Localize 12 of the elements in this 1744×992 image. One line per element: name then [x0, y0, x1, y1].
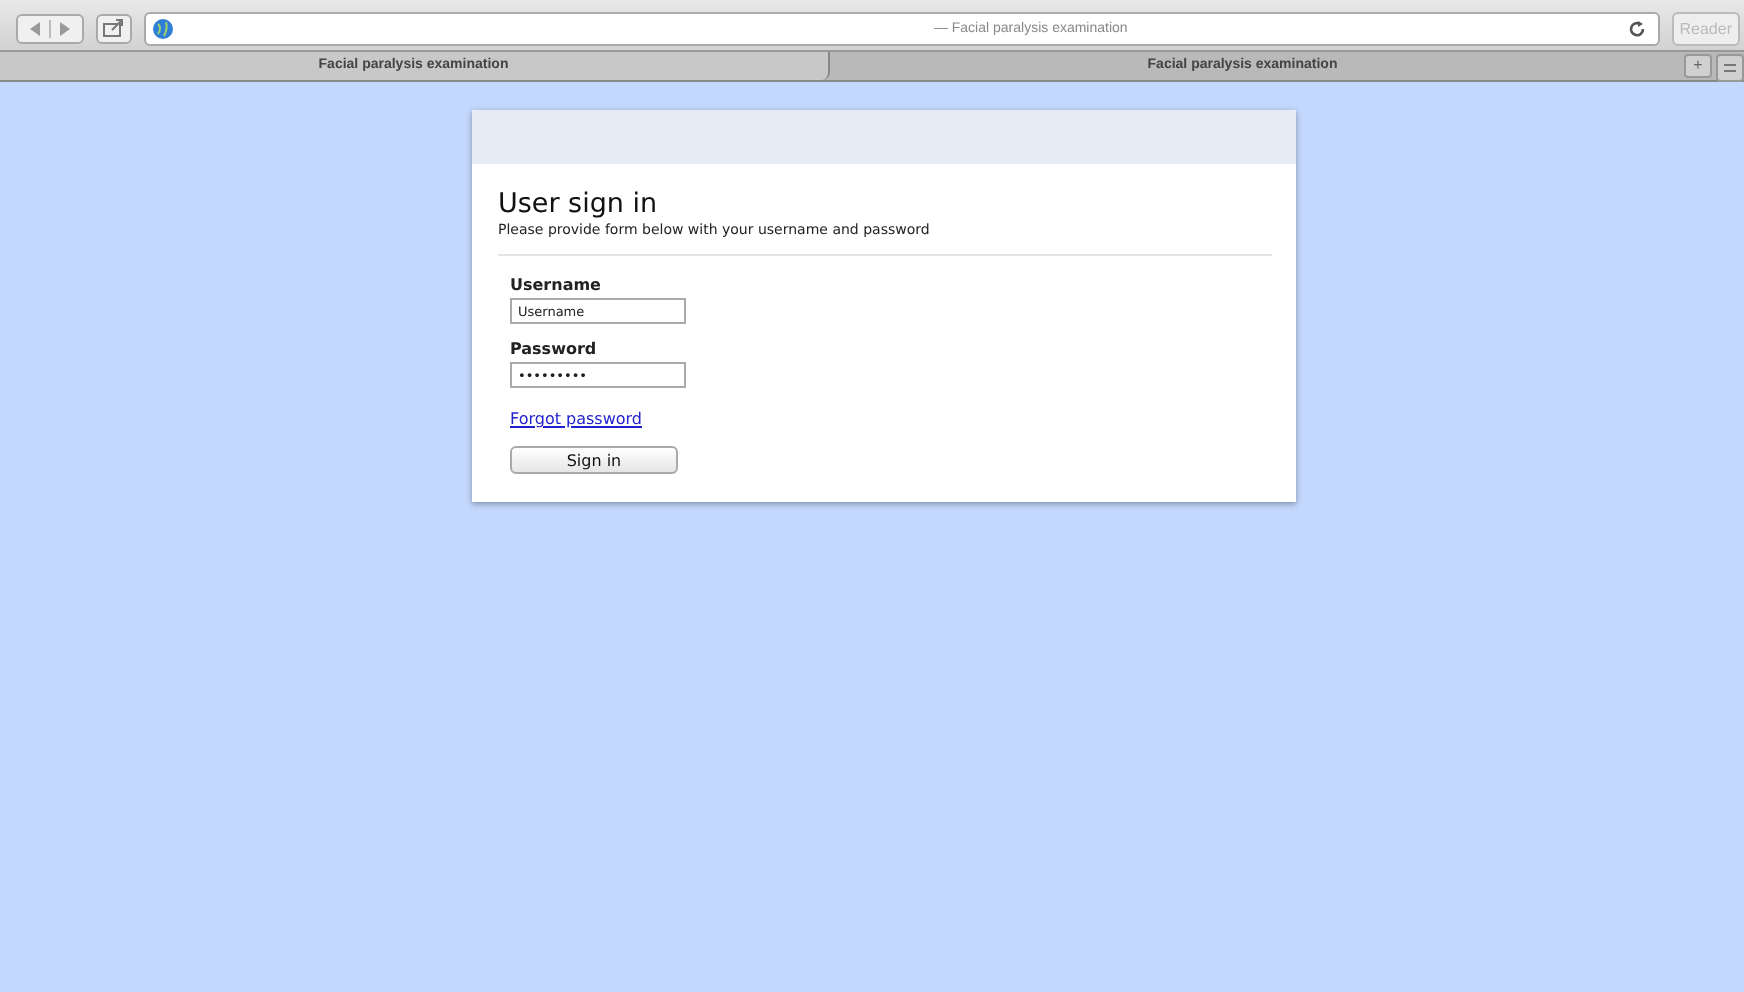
- share-button[interactable]: [96, 13, 132, 43]
- forgot-password-link[interactable]: Forgot password: [510, 410, 642, 428]
- field-label: Username: [510, 276, 601, 294]
- sign-in-button[interactable]: Sign in: [510, 446, 678, 474]
- form-title: User sign in: [498, 188, 660, 220]
- new-tab-button[interactable]: +: [1684, 54, 1712, 78]
- field-label: Password: [510, 340, 597, 358]
- reload-icon[interactable]: [1627, 19, 1646, 37]
- globe-icon: [152, 17, 174, 39]
- back-forward-buttons[interactable]: [16, 13, 84, 43]
- share-icon: [102, 18, 126, 38]
- tab-overview-icon[interactable]: [1716, 54, 1744, 82]
